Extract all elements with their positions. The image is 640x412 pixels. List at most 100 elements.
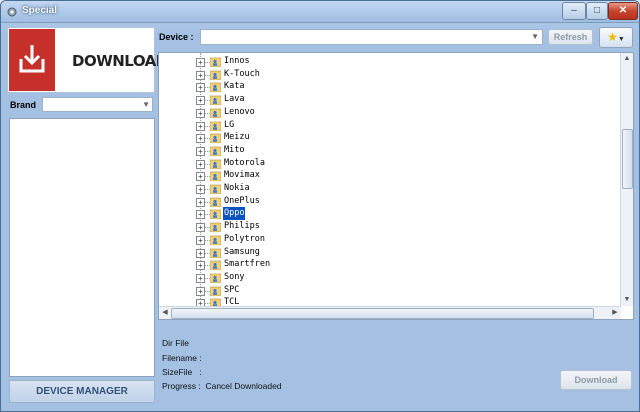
- folder-users-icon: [210, 235, 221, 245]
- sizefile-label: SizeFile :: [162, 367, 202, 377]
- device-select[interactable]: ▼: [200, 29, 543, 45]
- download-button[interactable]: Download: [560, 370, 632, 390]
- tree-node[interactable]: + LG: [159, 119, 619, 132]
- app-window: Special – □ ✕ DOWNLOAD Brand ▼ DEVICE MA…: [0, 0, 640, 412]
- folder-users-icon: [210, 210, 221, 220]
- expand-icon[interactable]: +: [196, 83, 205, 93]
- tree-node-label: Nokia: [224, 183, 250, 193]
- tree-node[interactable]: + Smartfren: [159, 258, 619, 271]
- brand-list[interactable]: [9, 118, 155, 377]
- download-label: DOWNLOAD: [72, 52, 168, 70]
- device-label: Device :: [159, 32, 194, 42]
- tree-node-label: Lenovo: [224, 106, 255, 117]
- title-bar[interactable]: Special – □ ✕: [1, 1, 639, 23]
- expand-icon[interactable]: +: [196, 70, 205, 80]
- tree-node[interactable]: + Polytron: [159, 233, 619, 246]
- expand-icon[interactable]: +: [196, 121, 205, 131]
- brand-select[interactable]: ▼: [42, 97, 153, 112]
- download-banner[interactable]: DOWNLOAD: [7, 27, 168, 93]
- app-gear-icon: [7, 7, 17, 17]
- tree-node-label: Motorola: [224, 157, 265, 168]
- expand-icon[interactable]: +: [196, 58, 205, 67]
- tree-node[interactable]: + Meizu: [159, 131, 619, 144]
- tree-node[interactable]: + Philips: [159, 220, 619, 233]
- tree-node[interactable]: + Innos: [159, 55, 619, 68]
- star-icon: ★: [607, 30, 618, 44]
- expand-icon[interactable]: +: [196, 273, 205, 283]
- tree-node[interactable]: + Nokia: [159, 182, 619, 195]
- tree-node[interactable]: + Lenovo: [159, 106, 619, 119]
- folder-users-icon: [210, 248, 221, 258]
- expand-icon[interactable]: +: [196, 172, 205, 182]
- horizontal-scrollbar[interactable]: ◀ ▶: [159, 306, 621, 319]
- tree-node[interactable]: + Kata: [159, 80, 619, 93]
- folder-users-icon: [210, 121, 221, 131]
- folder-users-icon: [210, 95, 221, 106]
- vertical-scrollbar[interactable]: ▲ ▼: [620, 53, 633, 306]
- scroll-up-icon[interactable]: ▲: [621, 53, 633, 65]
- expand-icon[interactable]: +: [196, 134, 205, 144]
- tree-node[interactable]: + Mito: [159, 144, 619, 157]
- scroll-down-icon[interactable]: ▼: [621, 294, 633, 306]
- dir-file-label: Dir File: [162, 338, 189, 348]
- folder-users-icon: [210, 222, 221, 233]
- download-icon: [9, 29, 55, 91]
- expand-icon[interactable]: +: [196, 210, 205, 220]
- folder-users-icon: [210, 286, 221, 296]
- favorites-button[interactable]: ★▼: [599, 27, 633, 48]
- expand-icon[interactable]: +: [196, 261, 205, 271]
- tree-node[interactable]: + SPC: [159, 284, 619, 297]
- expand-icon[interactable]: +: [196, 146, 205, 156]
- tree-node[interactable]: + Sony: [159, 271, 619, 284]
- expand-icon[interactable]: +: [196, 159, 205, 169]
- device-manager-button[interactable]: DEVICE MANAGER: [9, 380, 155, 403]
- folder-users-icon: [210, 273, 221, 283]
- expand-icon[interactable]: +: [196, 197, 205, 207]
- scroll-right-icon[interactable]: ▶: [609, 307, 621, 319]
- tree-node-label: Polytron: [224, 233, 265, 244]
- brand-label: Brand: [10, 100, 37, 110]
- expand-icon[interactable]: +: [196, 286, 205, 296]
- tree-node[interactable]: + Oppo: [159, 207, 619, 221]
- device-tree[interactable]: + Innos + K-Touch + Kata + Lava + Lenovo + LG + Meizu…: [158, 52, 634, 320]
- tree-node[interactable]: + Movimax: [159, 169, 619, 182]
- tree-node-label: Oppo: [223, 207, 246, 221]
- tree-node-label: Sony: [224, 271, 245, 282]
- tree-node[interactable]: + Samsung: [159, 246, 619, 259]
- tree-node-label: SPC: [224, 284, 240, 295]
- expand-icon[interactable]: +: [196, 108, 205, 118]
- tree-node-label: K-Touch: [224, 68, 260, 79]
- folder-users-icon: [210, 57, 221, 67]
- left-panel: DOWNLOAD Brand ▼ DEVICE MANAGER: [5, 25, 168, 409]
- chevron-down-icon: ▼: [531, 32, 539, 41]
- tree-node[interactable]: + OnePlus: [159, 195, 619, 208]
- horizontal-scroll-thumb[interactable]: [171, 308, 594, 319]
- expand-icon[interactable]: +: [196, 248, 205, 258]
- tree-node[interactable]: + Lava: [159, 93, 619, 106]
- tree-node-label: Samsung: [224, 246, 260, 257]
- tree-node-label: Innos: [224, 56, 250, 66]
- caret-down-icon: ▼: [617, 36, 625, 43]
- tree-node-label: Smartfren: [224, 259, 271, 270]
- scroll-left-icon[interactable]: ◀: [159, 307, 171, 319]
- file-info-panel: Dir File Filename : SizeFile : Progress …: [158, 326, 634, 405]
- close-button[interactable]: ✕: [608, 2, 638, 20]
- tree-node-label: Lava: [224, 94, 245, 105]
- tree-node[interactable]: + K-Touch: [159, 68, 619, 81]
- folder-users-icon: [210, 260, 221, 271]
- refresh-button[interactable]: Refresh: [548, 29, 593, 45]
- expand-icon[interactable]: +: [196, 235, 205, 245]
- vertical-scroll-thumb[interactable]: [622, 129, 633, 189]
- minimize-button[interactable]: –: [562, 2, 586, 20]
- tree-node-label: Philips: [224, 221, 260, 232]
- expand-icon[interactable]: +: [196, 96, 205, 106]
- folder-users-icon: [210, 146, 221, 156]
- folder-users-icon: [210, 171, 221, 182]
- maximize-button[interactable]: □: [586, 2, 608, 20]
- tree-node-label: OnePlus: [224, 195, 260, 206]
- expand-icon[interactable]: +: [196, 223, 205, 233]
- progress-label: Progress : Cancel Downloaded: [162, 381, 282, 391]
- expand-icon[interactable]: +: [196, 185, 205, 194]
- tree-node[interactable]: + Motorola: [159, 157, 619, 170]
- folder-users-icon: [210, 197, 221, 207]
